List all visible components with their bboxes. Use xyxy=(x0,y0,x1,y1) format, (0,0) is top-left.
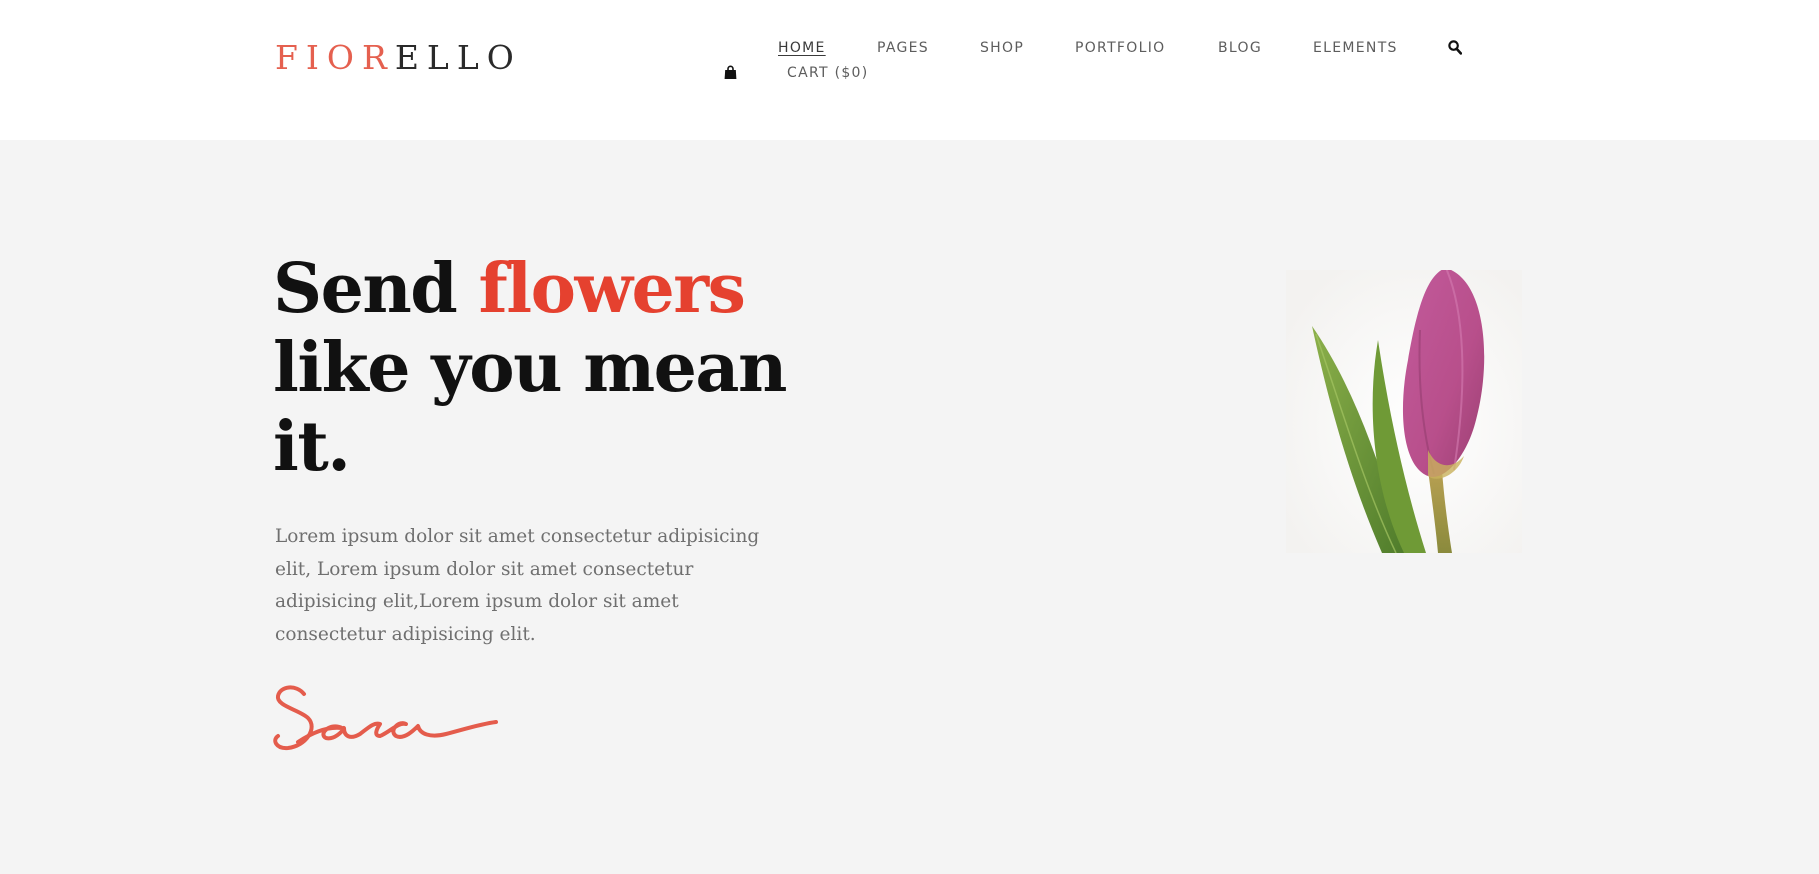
shopping-bag-icon[interactable] xyxy=(724,65,737,80)
sara-signature xyxy=(273,685,498,751)
hero-headline: Send flowers like you mean it. xyxy=(273,250,793,487)
site-header: FIORELLO HOME PAGES SHOP PORTFOLIO BLOG … xyxy=(0,0,1819,140)
cart-link[interactable]: CART ($0) xyxy=(787,64,869,82)
nav-item-shop[interactable]: SHOP xyxy=(980,39,1024,57)
site-logo[interactable]: FIORELLO xyxy=(275,38,522,78)
headline-part-2: like you mean it. xyxy=(273,328,787,487)
logo-accent-text: FIOR xyxy=(275,38,395,77)
nav-item-home[interactable]: HOME xyxy=(778,39,826,57)
nav-item-blog[interactable]: BLOG xyxy=(1218,39,1262,57)
headline-part-1: Send xyxy=(273,249,479,329)
nav-item-elements[interactable]: ELEMENTS xyxy=(1313,39,1398,57)
nav-item-portfolio[interactable]: PORTFOLIO xyxy=(1075,39,1165,57)
headline-accent-word: flowers xyxy=(478,249,746,329)
nav-item-pages[interactable]: PAGES xyxy=(877,39,929,57)
tulip-image xyxy=(1286,270,1522,553)
hero-body-text: Lorem ipsum dolor sit amet consectetur a… xyxy=(275,526,760,645)
search-icon[interactable] xyxy=(1448,40,1463,55)
logo-rest-text: ELLO xyxy=(394,38,522,77)
